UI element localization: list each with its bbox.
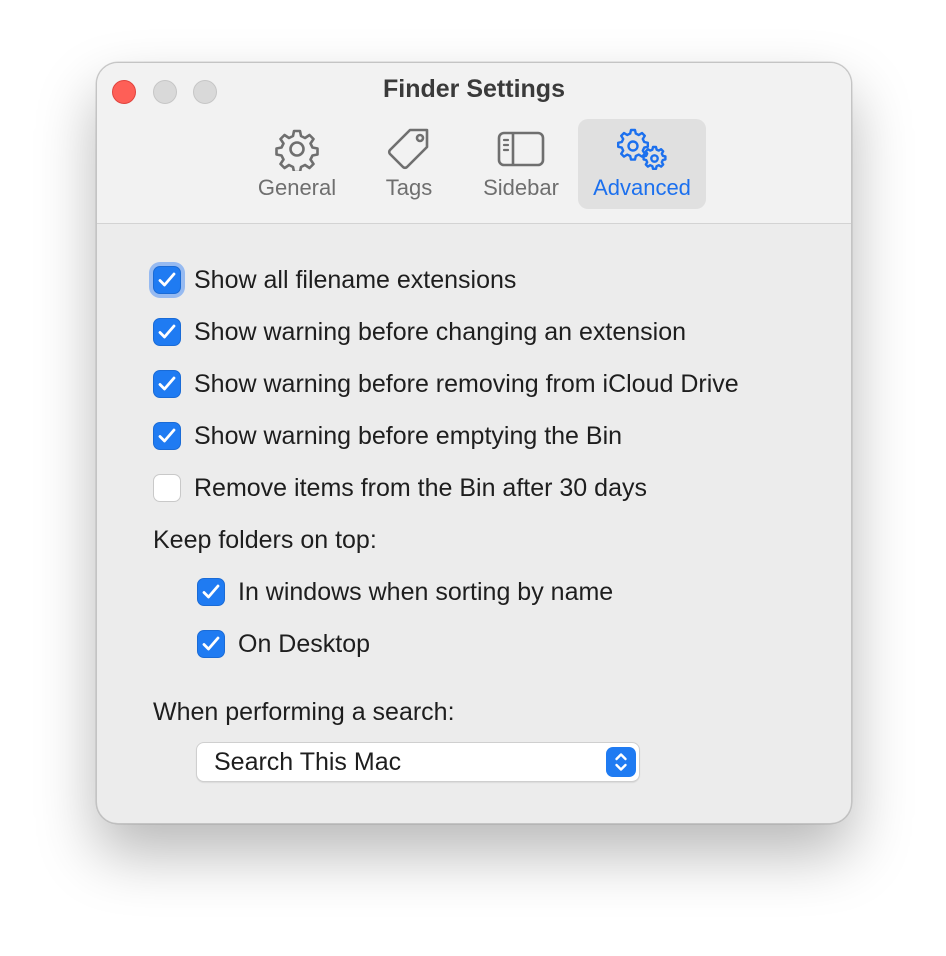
option-label: Remove items from the Bin after 30 days: [194, 473, 647, 502]
option-label: Show warning before emptying the Bin: [194, 421, 623, 450]
option-label: On Desktop: [238, 629, 371, 658]
checkbox-warn-icloud-remove[interactable]: [153, 370, 181, 398]
checkmark-icon: [158, 428, 176, 443]
checkmark-icon: [202, 584, 220, 599]
option-label: Show all filename extensions: [194, 265, 517, 294]
option-warn-icloud-remove[interactable]: Show warning before removing from iCloud…: [153, 368, 739, 400]
option-warn-change-extension[interactable]: Show warning before changing an extensio…: [153, 316, 686, 348]
sidebar-icon: [497, 131, 545, 167]
finder-settings-window: Finder Settings General Tags Sidebar Adv…: [96, 62, 852, 824]
checkbox-remove-bin-30-days[interactable]: [153, 474, 181, 502]
updown-chevron-icon[interactable]: [606, 747, 636, 777]
checkmark-icon: [202, 636, 220, 651]
tab-general-label: General: [257, 175, 337, 200]
option-label: Show warning before removing from iCloud…: [194, 369, 739, 398]
checkbox-folders-on-top-desktop[interactable]: [197, 630, 225, 658]
checkbox-warn-change-extension[interactable]: [153, 318, 181, 346]
search-scope-label: When performing a search:: [153, 698, 455, 726]
tag-icon: [387, 128, 429, 170]
option-show-extensions[interactable]: Show all filename extensions: [153, 264, 516, 296]
tab-general[interactable]: General: [245, 119, 349, 209]
settings-content: Show all filename extensions Show warnin…: [97, 224, 851, 823]
option-warn-empty-bin[interactable]: Show warning before emptying the Bin: [153, 420, 622, 452]
tab-advanced-label: Advanced: [593, 175, 691, 200]
option-folders-on-top-windows[interactable]: In windows when sorting by name: [197, 576, 613, 608]
tab-sidebar-label: Sidebar: [483, 175, 559, 200]
option-remove-bin-30-days[interactable]: Remove items from the Bin after 30 days: [153, 472, 647, 504]
tab-tags[interactable]: Tags: [361, 119, 457, 209]
toolbar: Finder Settings General Tags Sidebar Adv…: [97, 63, 851, 224]
option-folders-on-top-desktop[interactable]: On Desktop: [197, 628, 370, 660]
checkbox-warn-empty-bin[interactable]: [153, 422, 181, 450]
keep-folders-label: Keep folders on top:: [153, 526, 377, 554]
gears-icon: [617, 128, 667, 170]
tab-sidebar[interactable]: Sidebar: [473, 119, 569, 209]
checkmark-icon: [158, 272, 176, 287]
tab-tags-label: Tags: [385, 175, 433, 200]
option-label: In windows when sorting by name: [238, 577, 614, 606]
window-title: Finder Settings: [383, 75, 565, 103]
checkbox-show-extensions[interactable]: [153, 266, 181, 294]
gear-icon: [275, 129, 319, 171]
checkmark-icon: [158, 324, 176, 339]
search-scope-value: Search This Mac: [214, 747, 402, 776]
checkmark-icon: [158, 376, 176, 391]
search-scope-select[interactable]: Search This Mac: [196, 742, 640, 782]
option-label: Show warning before changing an extensio…: [194, 317, 687, 346]
tab-advanced[interactable]: Advanced: [578, 119, 706, 209]
checkbox-folders-on-top-windows[interactable]: [197, 578, 225, 606]
